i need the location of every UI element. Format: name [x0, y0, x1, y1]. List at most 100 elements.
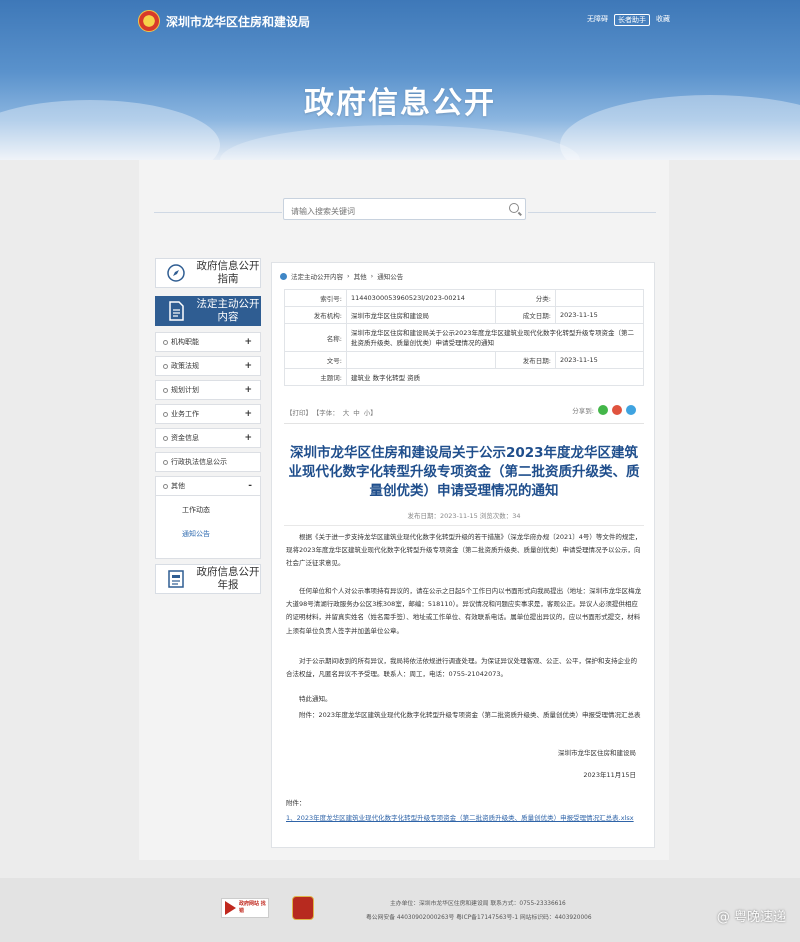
info-value: 11440300053960523l/2023-00214: [346, 289, 496, 307]
info-label: 索引号:: [284, 289, 347, 307]
article-paragraph: 根据《关于进一步支持龙华区建筑业现代化数字化转型升级的若干措施》（深龙华府办规〔…: [286, 533, 642, 568]
attachment-label: 附件：: [286, 799, 306, 807]
info-label: 成文日期:: [495, 306, 556, 324]
signer: 深圳市龙华区住房和建设局: [558, 749, 636, 757]
article-paragraph: 任何单位和个人对公示事项持有异议的，请在公示之日起5个工作日内以书面形式向我局提…: [286, 587, 642, 635]
search-input[interactable]: [284, 201, 494, 222]
font-small-button[interactable]: 小】: [364, 409, 377, 417]
compass-icon: [156, 263, 196, 283]
footer-record: 粤公网安备 44030902000263号 粤ICP备17147563号-1 网…: [366, 915, 592, 921]
site-name: 深圳市龙华区住房和建设局: [166, 14, 311, 29]
submenu-item-news[interactable]: 工作动态: [182, 504, 260, 528]
menu-label: 业务工作: [171, 410, 199, 418]
sidebar-item-plan[interactable]: 规划计划 +: [155, 380, 261, 400]
top-links: 无障碍 长者助手 收藏: [587, 14, 670, 26]
badge-label: 政府网站 找错: [238, 901, 266, 914]
font-big-button[interactable]: 大: [343, 409, 350, 417]
find-error-badge[interactable]: 政府网站 找错: [221, 898, 269, 918]
search-box[interactable]: [283, 198, 526, 222]
share-bar: 分享到:: [572, 405, 636, 415]
print-button[interactable]: 【打印】: [286, 409, 312, 417]
info-value: 深圳市龙华区住房和建设局关于公示2023年度龙华区建筑业现代化数字化转型升级专项…: [346, 323, 644, 352]
footer-host: 主办单位：深圳市龙华区住房和建设局 联系方式：0755-23336616: [390, 901, 566, 907]
document-icon: [156, 301, 196, 321]
search-icon[interactable]: [509, 203, 519, 213]
info-value: 深圳市龙华区住房和建设局: [346, 306, 496, 324]
sidebar-guide[interactable]: 政府信息公开指南: [155, 258, 261, 288]
bullet-icon: [163, 435, 168, 441]
sidebar-item-enforcement[interactable]: 行政执法信息公示: [155, 452, 261, 472]
expand-toggle[interactable]: +: [244, 337, 252, 347]
collapse-toggle[interactable]: -: [248, 481, 252, 491]
info-label: 文号:: [284, 351, 347, 369]
attachment-link[interactable]: 1、2023年度龙华区建筑业现代化数字化转型升级专项资金（第二批资质升级类、质量…: [286, 811, 642, 825]
menu-label: 规划计划: [171, 386, 199, 394]
wechat-icon[interactable]: [598, 405, 608, 415]
bullet-icon: [163, 411, 168, 417]
breadcrumb-item[interactable]: 通知公告: [377, 271, 403, 281]
article-paragraph: 附件：2023年度龙华区建筑业现代化数字化转型升级专项资金（第二批资质升级类、质…: [299, 711, 641, 719]
breadcrumb: 法定主动公开内容 › 其他 › 通知公告: [280, 271, 403, 281]
font-size-label: 【字体：: [316, 409, 339, 417]
divider: [284, 525, 644, 526]
article-paragraph: 对于公示期间收到的所有异议，我局将依法依规进行调查处理。为保证异议处理客观、公正…: [286, 657, 637, 679]
info-value: [346, 351, 496, 369]
header-banner: 深圳市龙华区住房和建设局 无障碍 长者助手 收藏 政府信息公开: [0, 0, 800, 160]
article-paragraph: 特此通知。: [299, 695, 332, 703]
breadcrumb-separator: ›: [347, 272, 350, 280]
sidebar-guide-label: 政府信息公开指南: [196, 260, 260, 285]
cloud-decoration: [220, 125, 580, 160]
sidebar-annual-label: 政府信息公开年报: [196, 566, 260, 591]
search-area: [154, 198, 656, 226]
submenu-item-notices[interactable]: 通知公告: [182, 528, 260, 552]
party-emblem-icon[interactable]: [292, 896, 314, 920]
info-value: [555, 289, 644, 307]
info-value: 2023-11-15: [555, 306, 644, 324]
expand-toggle[interactable]: +: [244, 433, 252, 443]
bullet-icon: [163, 387, 168, 393]
menu-label: 其他: [171, 482, 185, 490]
info-value: 2023-11-15: [555, 351, 644, 369]
sidebar-annual-report[interactable]: 政府信息公开年报: [155, 564, 261, 594]
share-label: 分享到:: [572, 407, 594, 415]
breadcrumb-item[interactable]: 法定主动公开内容: [291, 271, 343, 281]
expand-toggle[interactable]: +: [244, 385, 252, 395]
breadcrumb-separator: ›: [370, 272, 374, 280]
sidebar-active-content[interactable]: 法定主动公开内容: [155, 296, 261, 326]
document-info-table: 索引号: 11440300053960523l/2023-00214 分类: 发…: [284, 289, 644, 386]
bullet-icon: [163, 483, 168, 489]
sign-date: 2023年11月15日: [583, 771, 636, 779]
info-value: 建筑业 数字化转型 资质: [346, 368, 644, 386]
info-label: 分类:: [495, 289, 556, 307]
divider: [154, 212, 282, 213]
sidebar-item-org[interactable]: 机构职能 +: [155, 332, 261, 352]
watermark: @ 粤晚速递: [716, 910, 786, 925]
sidebar-item-policy[interactable]: 政策法规 +: [155, 356, 261, 376]
sidebar-active-label: 法定主动公开内容: [196, 298, 260, 323]
article-tools: 【打印】 【字体： 大中小】: [286, 407, 381, 417]
expand-toggle[interactable]: +: [244, 361, 252, 371]
info-label: 发布机构:: [284, 306, 347, 324]
site-logo[interactable]: 深圳市龙华区住房和建设局: [138, 10, 310, 32]
article-title: 深圳市龙华区住房和建设局关于公示2023年度龙华区建筑业现代化数字化转型升级专项…: [288, 445, 640, 499]
national-emblem-icon: [138, 10, 160, 32]
sidebar-item-funds[interactable]: 资金信息 +: [155, 428, 261, 448]
qzone-icon[interactable]: [626, 405, 636, 415]
page-title: 政府信息公开: [304, 86, 496, 121]
menu-label: 政策法规: [171, 362, 199, 370]
font-mid-button[interactable]: 中: [353, 409, 360, 417]
article-panel: 法定主动公开内容 › 其他 › 通知公告 索引号: 11440300053960…: [271, 262, 655, 848]
bullet-icon: [163, 363, 168, 369]
favorite-link[interactable]: 收藏: [656, 14, 670, 26]
bullet-icon: [163, 339, 168, 345]
info-label: 主题词:: [284, 368, 347, 386]
sidebar-item-other[interactable]: 其他 -: [155, 476, 261, 496]
report-icon: [156, 569, 196, 589]
expand-toggle[interactable]: +: [244, 409, 252, 419]
weibo-icon[interactable]: [612, 405, 622, 415]
sidebar-item-business[interactable]: 业务工作 +: [155, 404, 261, 424]
breadcrumb-item[interactable]: 其他: [354, 271, 367, 281]
elder-helper-link[interactable]: 长者助手: [614, 14, 650, 26]
accessibility-link[interactable]: 无障碍: [587, 14, 608, 26]
bullet-icon: [163, 459, 168, 465]
